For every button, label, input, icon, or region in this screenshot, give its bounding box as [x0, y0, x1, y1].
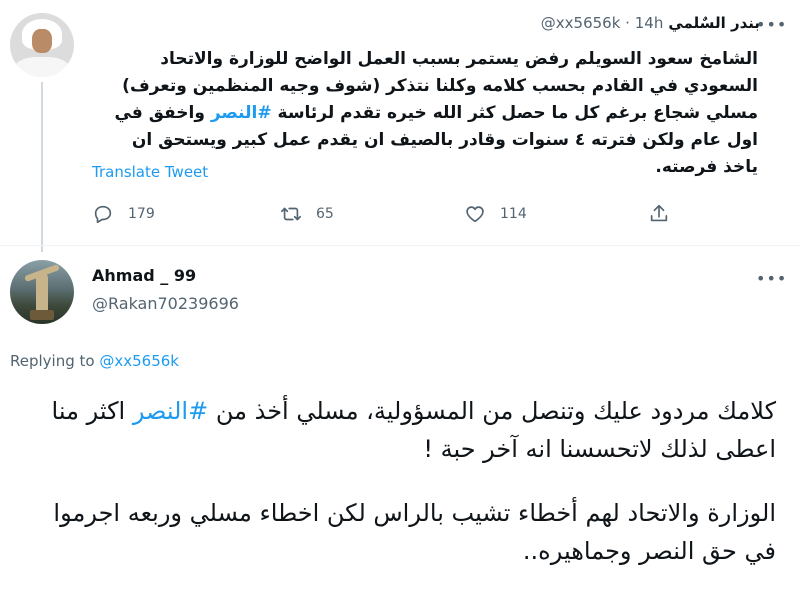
avatar[interactable] — [10, 260, 74, 324]
like-count: 114 — [500, 206, 527, 222]
separator: · — [625, 14, 630, 32]
tweet-actions: 179 65 114 — [92, 203, 682, 227]
more-icon[interactable]: ••• — [756, 271, 786, 292]
thread-line — [41, 82, 43, 252]
more-icon[interactable]: ••• — [756, 17, 786, 38]
parent-tweet: بندر السٌلمي @xx5656k · 14h ••• الشامخ س… — [0, 0, 800, 252]
retweet-button[interactable]: 65 — [280, 203, 334, 225]
tweet-text: كلامك مردود عليك وتنصل من المسؤولية، مسل… — [18, 392, 776, 590]
avatar[interactable] — [10, 13, 74, 77]
timestamp[interactable]: 14h — [635, 14, 664, 32]
reply-icon — [94, 205, 112, 224]
reply-count: 179 — [128, 206, 155, 222]
reply-button[interactable]: 179 — [92, 203, 155, 225]
heart-icon — [466, 206, 484, 223]
replying-to: Replying to @xx5656k — [10, 352, 179, 370]
retweet-count: 65 — [316, 206, 334, 222]
like-button[interactable]: 114 — [464, 203, 527, 225]
tweet-text: الشامخ سعود السويلم رفض يستمر بسبب العمل… — [92, 46, 758, 181]
hashtag-link[interactable]: #النصر — [211, 103, 272, 123]
tweet-meta: @xx5656k · 14h — [541, 14, 664, 32]
translate-tweet-link[interactable]: Translate Tweet — [92, 163, 208, 181]
tweet-header: بندر السٌلمي @xx5656k · 14h — [541, 14, 760, 32]
avatar-body — [14, 57, 70, 77]
display-name[interactable]: Ahmad _ 99 — [92, 266, 196, 285]
tweet-paragraph-1: كلامك مردود عليك وتنصل من المسؤولية، مسل… — [18, 392, 776, 468]
share-button[interactable] — [648, 203, 670, 225]
share-icon — [650, 204, 668, 222]
handle[interactable]: @xx5656k — [541, 14, 621, 32]
hashtag-link[interactable]: #النصر — [133, 397, 208, 425]
retweet-icon — [281, 207, 301, 221]
avatar-face — [32, 29, 52, 53]
display-name[interactable]: بندر السٌلمي — [668, 14, 760, 32]
handle[interactable]: @Rakan70239696 — [92, 294, 239, 313]
avatar-statue-base — [30, 310, 54, 320]
avatar-statue — [36, 272, 48, 312]
replying-prefix: Replying to — [10, 352, 95, 370]
mention-link[interactable]: @xx5656k — [99, 352, 179, 370]
divider — [0, 245, 800, 246]
tweet-text-part1: كلامك مردود عليك وتنصل من المسؤولية، مسل… — [215, 397, 776, 425]
tweet-paragraph-2: الوزارة والاتحاد لهم أخطاء تشيب بالراس ل… — [53, 499, 776, 565]
